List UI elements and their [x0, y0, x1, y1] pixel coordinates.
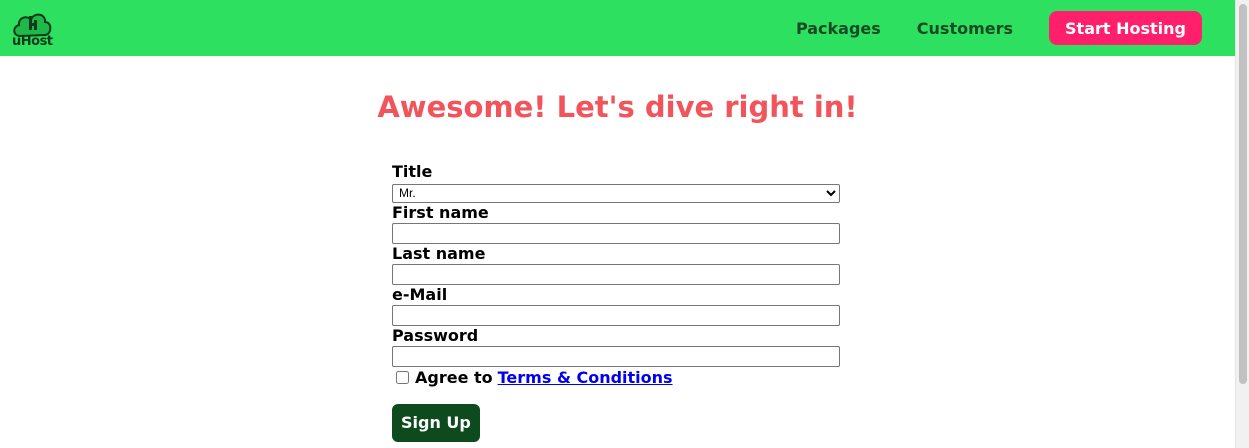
logo-text: uHost: [12, 34, 53, 49]
vertical-scrollbar[interactable]: [1235, 0, 1249, 448]
agree-terms-row: Agree to Terms & Conditions: [392, 368, 840, 388]
password-input[interactable]: [392, 345, 840, 367]
brand-logo[interactable]: uHost: [10, 6, 54, 50]
title-select[interactable]: Mr.: [392, 183, 840, 203]
first-name-label: First name: [392, 202, 489, 222]
password-label: Password: [392, 325, 479, 345]
signup-form: Title Mr. First name Last name e-Mail Pa…: [392, 160, 840, 442]
first-name-input[interactable]: [392, 222, 840, 244]
agree-terms-text: Agree to: [415, 368, 493, 387]
scrollbar-thumb[interactable]: [1239, 4, 1247, 384]
agree-terms-checkbox[interactable]: [396, 371, 409, 384]
page-title: Awesome! Let's dive right in!: [377, 90, 858, 124]
terms-conditions-link[interactable]: Terms & Conditions: [498, 368, 673, 387]
last-name-label: Last name: [392, 243, 486, 263]
page-viewport: uHost Packages Customers Start Hosting A…: [0, 0, 1235, 448]
email-label: e-Mail: [392, 284, 448, 304]
nav-link-packages[interactable]: Packages: [796, 19, 881, 38]
site-header: uHost Packages Customers Start Hosting: [0, 0, 1235, 56]
title-label: Title: [392, 162, 433, 181]
nav-link-customers[interactable]: Customers: [917, 19, 1013, 38]
main-nav: Packages Customers Start Hosting: [796, 0, 1235, 56]
last-name-input[interactable]: [392, 263, 840, 285]
start-hosting-button[interactable]: Start Hosting: [1049, 11, 1202, 45]
sign-up-button[interactable]: Sign Up: [392, 403, 480, 442]
email-input[interactable]: [392, 304, 840, 326]
